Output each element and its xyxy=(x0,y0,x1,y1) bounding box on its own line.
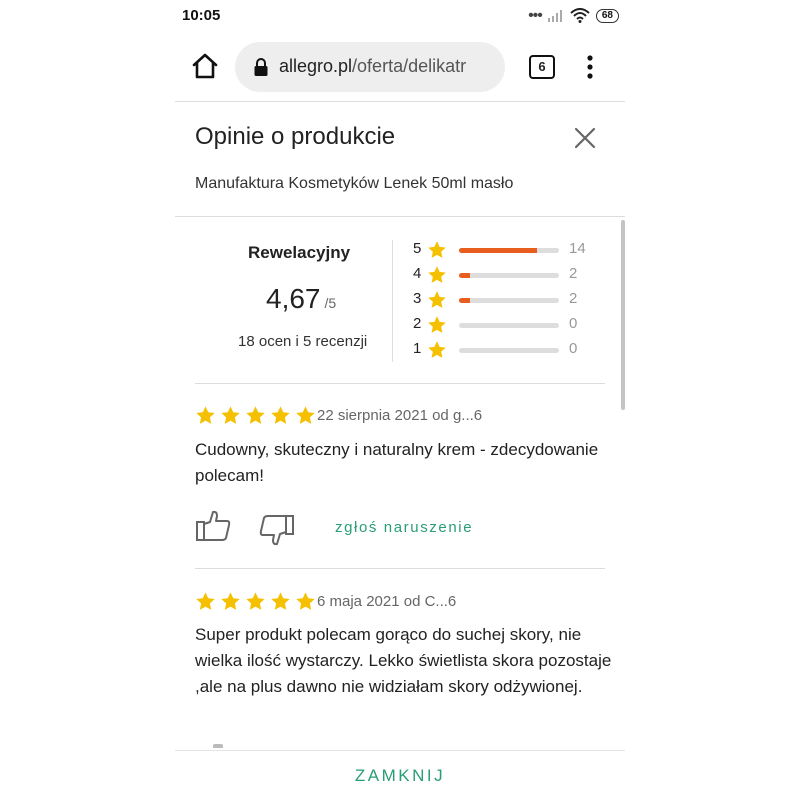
url-host: allegro.pl xyxy=(279,56,353,76)
star-icon xyxy=(428,266,446,283)
star-icon xyxy=(428,316,446,333)
more-dots-indicator: ••• xyxy=(528,6,543,24)
star-icon xyxy=(196,592,215,610)
toolbar-divider xyxy=(175,101,625,102)
wifi-icon xyxy=(570,8,590,23)
distribution-bar xyxy=(459,273,559,278)
thumb-down-icon[interactable] xyxy=(257,512,295,548)
distribution-stars: 1 xyxy=(413,340,422,357)
summary-divider xyxy=(195,383,605,384)
star-icon xyxy=(428,291,446,308)
distribution-row: 2 0 xyxy=(413,315,593,335)
review-divider xyxy=(195,568,605,569)
report-abuse-link[interactable]: zgłoś naruszenie xyxy=(335,519,473,536)
distribution-bar-fill xyxy=(459,248,537,253)
signal-icon xyxy=(547,9,562,22)
status-icons: ••• 68 xyxy=(528,6,619,24)
star-icon xyxy=(428,241,446,258)
tabs-icon[interactable]: 6 xyxy=(529,55,555,79)
star-icon xyxy=(271,592,290,610)
star-icon xyxy=(246,592,265,610)
status-time: 10:05 xyxy=(182,7,221,24)
review-rating xyxy=(195,405,316,426)
summary-separator xyxy=(392,240,393,362)
distribution-row: 1 0 xyxy=(413,340,593,360)
distribution-row: 3 2 xyxy=(413,290,593,310)
thumb-up-icon[interactable] xyxy=(195,508,233,544)
star-icon xyxy=(246,406,265,424)
modal-footer: ZAMKNIJ xyxy=(175,750,625,800)
product-name: Manufaktura Kosmetyków Lenek 50ml masło xyxy=(195,175,514,192)
distribution-bar-fill xyxy=(459,273,470,278)
lock-icon xyxy=(254,58,268,76)
distribution-stars: 2 xyxy=(413,315,422,332)
review-text: Super produkt polecam gorąco do suchej s… xyxy=(195,625,612,696)
review-text: Cudowny, skuteczny i naturalny krem - zd… xyxy=(195,440,599,485)
browser-toolbar: allegro.pl/oferta/delikatr 6 xyxy=(175,40,625,96)
distribution-stars: 4 xyxy=(413,265,422,282)
distribution-row: 4 2 xyxy=(413,265,593,285)
distribution-count: 14 xyxy=(569,240,586,257)
distribution-count: 0 xyxy=(569,315,578,332)
header-divider xyxy=(175,216,625,217)
scrollbar[interactable] xyxy=(621,220,625,410)
review-meta: 22 sierpnia 2021 od g...6 xyxy=(317,407,483,424)
distribution-bar xyxy=(459,323,559,328)
rating-label: Rewelacyjny xyxy=(248,243,351,262)
distribution-count: 2 xyxy=(569,265,578,282)
distribution-bar xyxy=(459,248,559,253)
distribution-stars: 5 xyxy=(413,240,422,257)
menu-icon[interactable] xyxy=(580,54,600,80)
distribution-bar-fill xyxy=(459,298,470,303)
home-icon[interactable] xyxy=(191,52,219,80)
status-bar: 10:05 ••• 68 xyxy=(175,0,625,32)
close-icon[interactable] xyxy=(571,124,599,152)
distribution-bar xyxy=(459,348,559,353)
rating-score-value: 4,67 xyxy=(266,283,321,314)
modal-title: Opinie o produkcie xyxy=(195,123,396,150)
star-icon xyxy=(196,406,215,424)
url-path: /oferta/delikatr xyxy=(352,56,467,76)
star-icon xyxy=(271,406,290,424)
rating-score-max: /5 xyxy=(324,295,337,311)
star-icon xyxy=(221,592,240,610)
distribution-row: 5 14 xyxy=(413,240,593,260)
thumb-up-icon xyxy=(213,744,223,748)
battery-icon: 68 xyxy=(595,8,619,23)
rating-count: 18 ocen i 5 recenzji xyxy=(238,333,368,350)
star-icon xyxy=(296,406,315,424)
address-bar[interactable]: allegro.pl/oferta/delikatr xyxy=(235,42,505,92)
review-meta: 6 maja 2021 od C...6 xyxy=(317,593,457,610)
distribution-count: 0 xyxy=(569,340,578,357)
rating-score: 4,67/5 xyxy=(266,283,336,315)
distribution-stars: 3 xyxy=(413,290,422,307)
distribution-bar xyxy=(459,298,559,303)
star-icon xyxy=(428,341,446,358)
star-icon xyxy=(296,592,315,610)
close-button[interactable]: ZAMKNIJ xyxy=(175,751,625,800)
distribution-count: 2 xyxy=(569,290,578,307)
url-text: allegro.pl/oferta/delikatr xyxy=(279,56,466,77)
phone-screen: 10:05 ••• 68 allegro.pl/oferta/delikatr … xyxy=(175,0,625,800)
review-rating xyxy=(195,591,316,612)
star-icon xyxy=(221,406,240,424)
